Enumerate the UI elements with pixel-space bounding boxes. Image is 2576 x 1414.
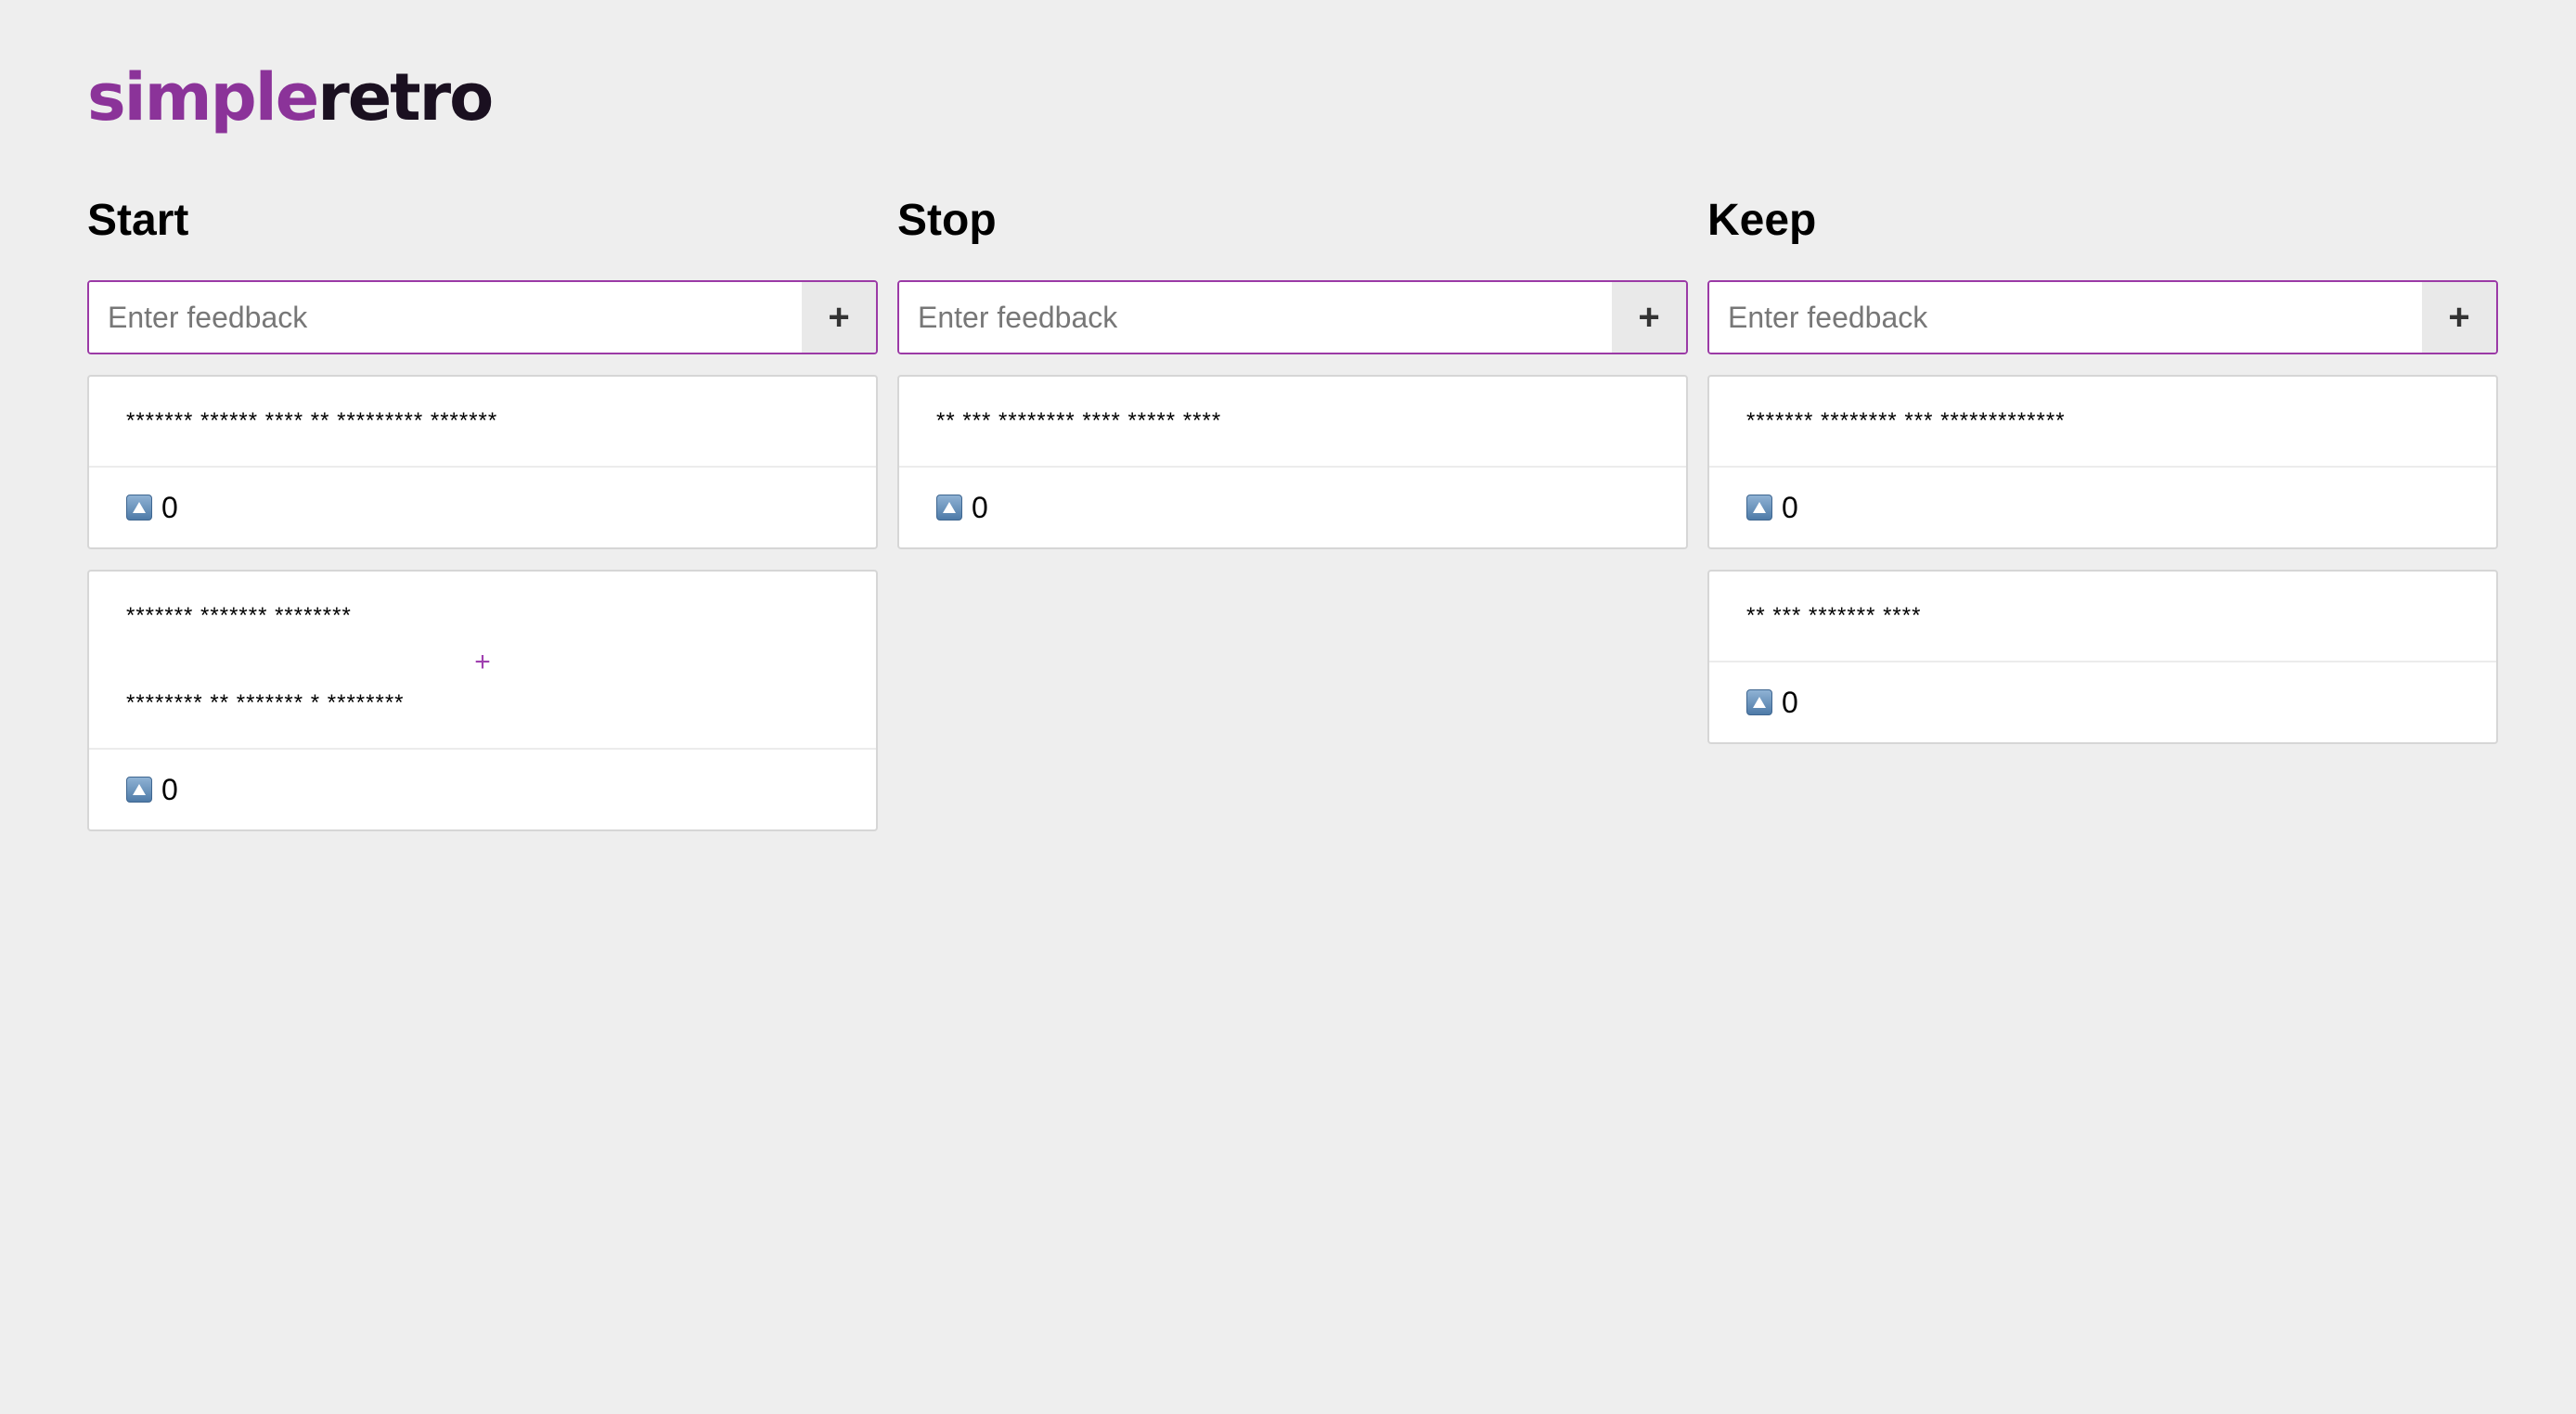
upvote-arrow-icon[interactable] [1746,495,1772,521]
card-list: ******* ****** **** ** ********* *******… [87,375,878,852]
card-footer: 0 [89,748,876,829]
card-text: ** *** ******** **** ***** **** [899,377,1686,466]
vote-count: 0 [1782,490,1798,524]
feedback-input[interactable] [899,282,1612,353]
card-text-line: ******* ******* ******** [126,603,352,628]
card-list: ** *** ******** **** ***** **** 0 [897,375,1688,570]
card-footer: 0 [899,466,1686,547]
card-text-line: ******* ******** *** ************* [1746,408,2066,433]
add-feedback-button[interactable]: + [2422,282,2496,353]
feedback-input[interactable] [89,282,802,353]
card-text: ******* ******** *** ************* [1709,377,2496,466]
upvote-arrow-icon[interactable] [126,495,152,521]
feedback-form: + [897,280,1688,354]
feedback-form: + [87,280,878,354]
upvote-arrow-icon[interactable] [936,495,962,521]
feedback-input[interactable] [1709,282,2422,353]
column-title: Stop [897,196,997,245]
card-text: ******* ******* ******** + ******** ** *… [89,572,876,748]
card-list: ******* ******** *** ************* 0 ** … [1707,375,2498,765]
add-feedback-button[interactable]: + [1612,282,1686,353]
card-text: ** *** ******* **** [1709,572,2496,661]
upvote-arrow-icon[interactable] [1746,689,1772,715]
vote-count: 0 [161,490,178,524]
column-stop: Stop + ** *** ******** **** ***** **** 0 [897,193,1688,549]
card-text-line: ** *** ******** **** ***** **** [936,408,1222,433]
page: simpleretro Start + ******* ****** **** … [87,65,2500,831]
feedback-form: + [1707,280,2498,354]
feedback-card: ** *** ******** **** ***** **** 0 [897,375,1688,549]
logo-retro-text: retro [317,59,494,135]
vote-count: 0 [1782,685,1798,719]
vote-count: 0 [161,772,178,806]
column-title: Keep [1707,196,1817,245]
upvote-arrow-icon[interactable] [126,777,152,803]
card-text: ******* ****** **** ** ********* ******* [89,377,876,466]
column-title: Start [87,196,189,245]
feedback-card: ******* ******* ******** + ******** ** *… [87,570,878,831]
card-text-line: ******* ****** **** ** ********* ******* [126,408,498,433]
feedback-card: ** *** ******* **** 0 [1707,570,2498,744]
card-footer: 0 [89,466,876,547]
column-start: Start + ******* ****** **** ** *********… [87,193,878,831]
card-footer: 0 [1709,661,2496,742]
card-footer: 0 [1709,466,2496,547]
card-text-line: ** *** ******* **** [1746,603,1922,628]
feedback-card: ******* ****** **** ** ********* *******… [87,375,878,549]
logo-simple-text: simple [87,59,319,135]
feedback-card: ******* ******** *** ************* 0 [1707,375,2498,549]
add-feedback-button[interactable]: + [802,282,876,353]
card-text-line: ******** ** ******* * ******** [126,690,405,715]
column-keep: Keep + ******* ******** *** ************… [1707,193,2498,744]
vote-count: 0 [972,490,988,524]
plus-icon: + [474,647,491,677]
app-logo[interactable]: simpleretro [87,65,2500,158]
